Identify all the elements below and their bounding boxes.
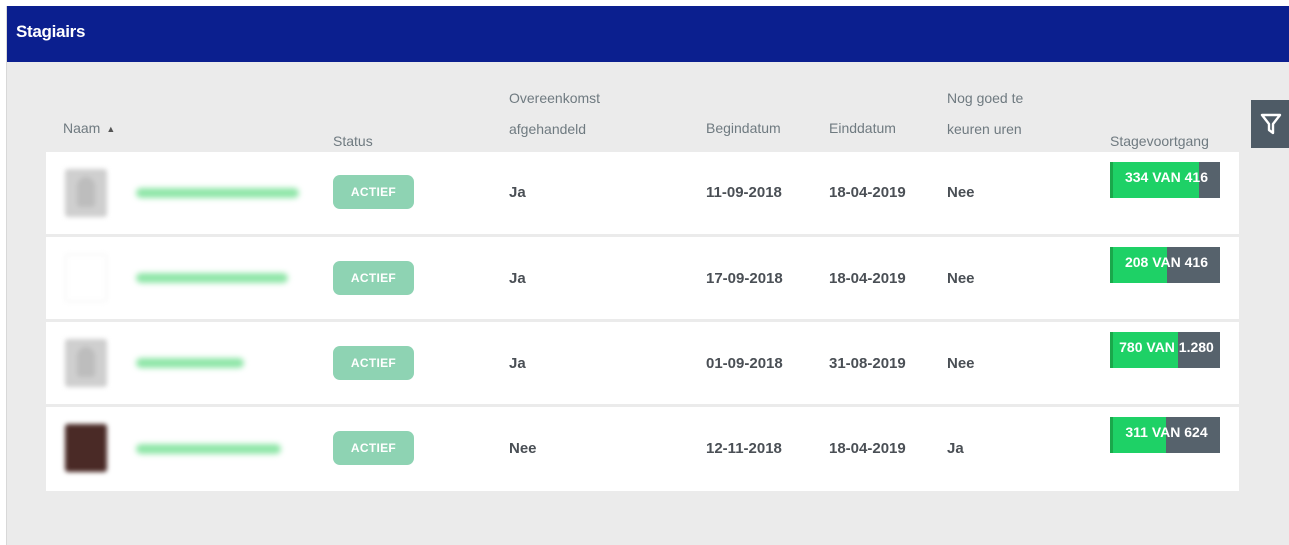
begindatum-value: 17-09-2018 — [706, 270, 783, 287]
progress-bar: 780 VAN 1.280 — [1110, 332, 1220, 368]
progress-label: 334 VAN 416 — [1124, 169, 1208, 185]
progress-bar: 208 VAN 416 — [1110, 247, 1220, 283]
nog-goed-value: Nee — [947, 355, 975, 372]
table-row[interactable]: ACTIEF Ja 17-09-2018 18-04-2019 Nee 208 … — [46, 237, 1239, 319]
column-header-label: Nog goed te — [947, 90, 1024, 106]
table-row[interactable]: ACTIEF Ja 01-09-2018 31-08-2019 Nee 780 … — [46, 322, 1239, 404]
overeenkomst-value: Ja — [509, 270, 526, 287]
column-header-label: Naam — [63, 120, 101, 136]
progress-bar: 334 VAN 416 — [1110, 162, 1220, 198]
einddatum-value: 31-08-2019 — [829, 355, 906, 372]
nog-goed-value: Nee — [947, 270, 975, 287]
page-title: Stagiairs — [16, 22, 86, 41]
progress-label: 208 VAN 416 — [1124, 254, 1208, 270]
table-row[interactable]: ACTIEF Nee 12-11-2018 18-04-2019 Ja 311 … — [46, 407, 1239, 491]
overeenkomst-value: Nee — [509, 440, 537, 457]
status-badge: ACTIEF — [333, 346, 414, 380]
filter-icon — [1260, 113, 1281, 135]
panel-header: Stagiairs — [7, 6, 1289, 62]
avatar — [65, 169, 107, 217]
column-header-stagevoortgang[interactable]: Stagevoortgang — [1110, 129, 1209, 154]
nog-goed-value: Nee — [947, 184, 975, 201]
table-row[interactable]: ACTIEF Ja 11-09-2018 18-04-2019 Nee 334 … — [46, 152, 1239, 234]
avatar — [65, 254, 107, 302]
avatar — [65, 339, 107, 387]
einddatum-value: 18-04-2019 — [829, 184, 906, 201]
column-header-label: Overeenkomst — [509, 90, 601, 106]
begindatum-value: 01-09-2018 — [706, 355, 783, 372]
einddatum-value: 18-04-2019 — [829, 440, 906, 457]
column-header-label: keuren uren — [947, 121, 1022, 137]
column-header-naam[interactable]: Naam ▲ — [63, 116, 115, 143]
column-header-label: afgehandeld — [509, 121, 587, 137]
progress-bar: 311 VAN 624 — [1110, 417, 1220, 453]
sort-asc-icon: ▲ — [106, 124, 116, 134]
status-badge: ACTIEF — [333, 431, 414, 465]
begindatum-value: 11-09-2018 — [706, 184, 782, 201]
column-header-overeenkomst[interactable]: Overeenkomst afgehandeld — [509, 86, 600, 142]
stagiair-name-link[interactable] — [136, 188, 299, 198]
avatar — [65, 424, 107, 472]
progress-label: 311 VAN 624 — [1125, 424, 1208, 440]
stagiair-name-link[interactable] — [136, 358, 244, 368]
column-header-nog-goed[interactable]: Nog goed te keuren uren — [947, 86, 1023, 142]
overeenkomst-value: Ja — [509, 184, 526, 201]
column-header-begindatum[interactable]: Begindatum — [706, 116, 781, 141]
nog-goed-value: Ja — [947, 440, 964, 457]
column-header-einddatum[interactable]: Einddatum — [829, 116, 896, 141]
einddatum-value: 18-04-2019 — [829, 270, 906, 287]
filter-button[interactable] — [1251, 100, 1289, 148]
overeenkomst-value: Ja — [509, 355, 526, 372]
stagiairs-panel: Stagiairs Naam ▲ Status Overeenkomst afge… — [6, 6, 1289, 545]
status-badge: ACTIEF — [333, 175, 414, 209]
column-header-status[interactable]: Status — [333, 129, 373, 154]
status-badge: ACTIEF — [333, 261, 414, 295]
progress-label: 780 VAN 1.280 — [1119, 339, 1214, 355]
begindatum-value: 12-11-2018 — [706, 440, 782, 457]
stagiair-name-link[interactable] — [136, 273, 288, 283]
stagiair-name-link[interactable] — [136, 444, 281, 454]
